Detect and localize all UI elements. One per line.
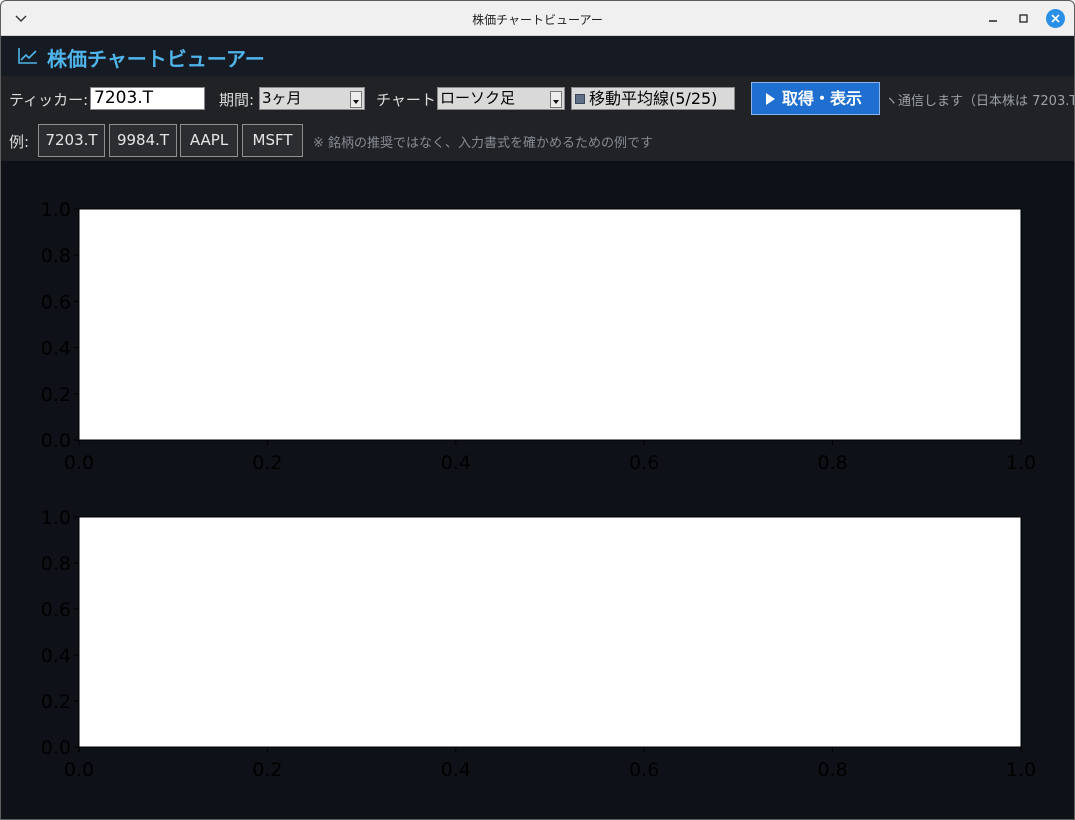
moving-average-checkbox[interactable]: 移動平均線(5/25): [571, 87, 735, 110]
dropdown-arrow-icon[interactable]: [350, 91, 362, 108]
x-tick-label: 0.8: [817, 452, 847, 474]
x-tick-label: 1.0: [1006, 452, 1036, 474]
x-tick-label: 1.0: [1006, 759, 1036, 781]
line-chart-icon: [17, 47, 39, 65]
fetch-display-button-label: 取得・表示: [782, 89, 863, 108]
x-tick-label: 0.6: [629, 759, 659, 781]
dropdown-arrow-icon[interactable]: [550, 91, 562, 108]
ticker-input[interactable]: 7203.T: [90, 87, 205, 110]
example-button-9984t[interactable]: 9984.T: [109, 124, 177, 157]
toolbar: ティッカー: 7203.T 期間: 3ヶ月 チャート: ローソク足 移動平均線(…: [1, 76, 1074, 120]
y-tick-label: 0.8: [41, 553, 71, 575]
ticker-label: ティッカー:: [9, 91, 89, 109]
app-window: 株価チャートビューアー 株価チャートビューアー ティッカー: 7203.T 期間…: [0, 0, 1075, 820]
app-title: 株価チャートビューアー: [47, 47, 265, 71]
maximize-icon[interactable]: [1014, 9, 1034, 29]
period-select-value: 3ヶ月: [262, 89, 302, 107]
moving-average-label: 移動平均線(5/25): [589, 89, 718, 108]
minimize-icon[interactable]: [983, 9, 1003, 29]
title-bar: 株価チャートビューアー: [1, 1, 1074, 36]
example-button-7203t[interactable]: 7203.T: [38, 124, 105, 157]
network-note: ヽ通信します（日本株は 7203.T: [885, 94, 1075, 109]
y-tick-label: 1.0: [41, 507, 71, 529]
checkbox-indicator[interactable]: [575, 94, 585, 104]
close-icon[interactable]: [1046, 9, 1065, 28]
play-icon: [766, 93, 775, 105]
examples-label: 例:: [9, 133, 30, 151]
y-tick-label: 0.2: [41, 691, 71, 713]
y-tick-label: 1.0: [41, 199, 71, 221]
chart-type-select[interactable]: ローソク足: [437, 87, 565, 110]
window-title: 株価チャートビューアー: [472, 13, 603, 27]
chart-type-select-value: ローソク足: [440, 89, 516, 107]
example-button-msft[interactable]: MSFT: [242, 124, 303, 157]
x-tick-label: 0.2: [252, 452, 282, 474]
app-header: 株価チャートビューアー: [1, 36, 1074, 76]
y-tick-label: 0.6: [41, 599, 71, 621]
y-tick-label: 0.0: [41, 737, 71, 759]
period-select[interactable]: 3ヶ月: [259, 87, 365, 110]
y-tick-label: 0.4: [41, 338, 71, 360]
x-tick-label: 0.6: [629, 452, 659, 474]
y-tick-label: 0.6: [41, 291, 71, 313]
x-tick-label: 0.8: [817, 759, 847, 781]
chart-type-label: チャート:: [376, 91, 441, 109]
x-tick-label: 0.4: [441, 452, 471, 474]
y-tick-label: 0.4: [41, 645, 71, 667]
chart-axes-2: [78, 516, 1022, 748]
examples-row: 例: 7203.T 9984.T AAPL MSFT ※ 銘柄の推奨ではなく、入…: [1, 120, 1074, 161]
chart-canvas: 0.0 0.2 0.4 0.6 0.8 1.00.00.20.40.60.81.00.0 0…: [41, 199, 1036, 781]
x-tick-label: 0.4: [441, 759, 471, 781]
period-label: 期間:: [219, 91, 255, 109]
x-tick-label: 0.0: [64, 452, 94, 474]
y-tick-label: 0.2: [41, 384, 71, 406]
y-tick-label: 0.0: [41, 430, 71, 452]
chart-axes-1: [78, 208, 1022, 441]
fetch-display-button[interactable]: 取得・表示: [751, 82, 880, 115]
plot-area: 0.0 0.2 0.4 0.6 0.8 1.0 0.0 0.2 0.4 0.6 0.8 1.0 0.0 0…: [11, 163, 1066, 817]
x-tick-label: 0.0: [64, 759, 94, 781]
example-button-aapl[interactable]: AAPL: [180, 124, 238, 157]
y-tick-label: 0.8: [41, 245, 71, 267]
examples-hint: ※ 銘柄の推奨ではなく、入力書式を確かめるための例です: [313, 136, 654, 151]
x-tick-label: 0.2: [252, 759, 282, 781]
